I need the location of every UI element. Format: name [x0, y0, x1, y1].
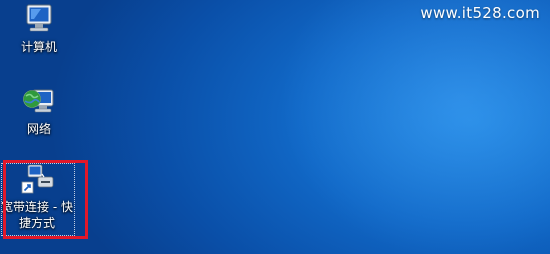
network-icon: [23, 89, 54, 113]
desktop-icon-computer[interactable]: 计算机: [2, 2, 76, 55]
desktop-icon-label: 网络: [26, 122, 51, 136]
red-highlight-box: [3, 160, 88, 239]
desktop-glow: [280, 0, 550, 254]
watermark-text: www.it528.com: [420, 4, 540, 22]
desktop[interactable]: www.it528.com 计算机 网络 宽带连接 - 快捷方式: [0, 0, 550, 254]
computer-icon: [26, 4, 52, 32]
desktop-icon-label: 计算机: [20, 40, 57, 54]
desktop-icon-network[interactable]: 网络: [2, 84, 76, 137]
